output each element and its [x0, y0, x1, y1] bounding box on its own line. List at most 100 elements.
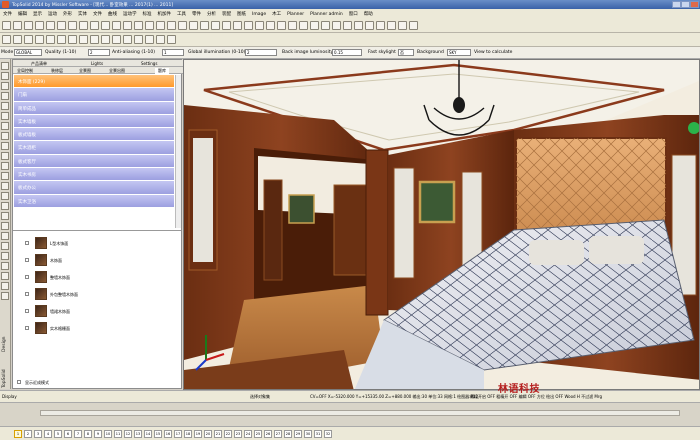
toolbar-button-icon[interactable] — [233, 21, 242, 30]
toolbar-button-icon[interactable] — [145, 21, 154, 30]
category-item[interactable]: 板式客厅 — [14, 154, 174, 169]
toolbar-button-icon[interactable] — [123, 21, 132, 30]
menu-item[interactable]: 帮助 — [361, 9, 376, 17]
toolbar-button-icon[interactable] — [134, 35, 143, 44]
tool-icon[interactable] — [1, 262, 9, 270]
tool-icon[interactable] — [1, 192, 9, 200]
timeline-track[interactable] — [40, 410, 680, 416]
menu-item[interactable]: 文件 — [90, 9, 105, 17]
page-tab[interactable]: 1 — [14, 430, 22, 438]
toolbar-button-icon[interactable] — [68, 21, 77, 30]
checkbox[interactable] — [17, 380, 21, 384]
tool-icon[interactable] — [1, 212, 9, 220]
close-button[interactable] — [690, 1, 699, 8]
toolbar-button-icon[interactable] — [2, 21, 11, 30]
page-tab[interactable]: 5 — [54, 430, 62, 438]
toolbar-button-icon[interactable] — [13, 21, 22, 30]
tool-icon[interactable] — [1, 282, 9, 290]
page-tab[interactable]: 19 — [194, 430, 202, 438]
category-scrollbar[interactable] — [175, 75, 181, 228]
expand-icon[interactable] — [25, 326, 29, 330]
page-tab[interactable]: 12 — [124, 430, 132, 438]
toolbar-button-icon[interactable] — [266, 21, 275, 30]
toolbar-button-icon[interactable] — [13, 35, 22, 44]
tab-global-control[interactable]: 全局控制 — [17, 68, 33, 74]
page-tab[interactable]: 16 — [164, 430, 172, 438]
page-tab[interactable]: 4 — [44, 430, 52, 438]
back-lum-field[interactable]: 0.15 — [332, 49, 362, 56]
toolbar-button-icon[interactable] — [222, 21, 231, 30]
expand-icon[interactable] — [25, 292, 29, 296]
background-select[interactable]: SKY — [447, 49, 471, 56]
page-tab[interactable]: 7 — [74, 430, 82, 438]
tool-icon[interactable] — [1, 222, 9, 230]
toolbar-button-icon[interactable] — [68, 35, 77, 44]
toolbar-button-icon[interactable] — [211, 21, 220, 30]
toolbar-button-icon[interactable] — [156, 35, 165, 44]
menu-item[interactable]: 零件 — [189, 9, 204, 17]
page-tab[interactable]: 23 — [234, 430, 242, 438]
tool-icon[interactable] — [1, 242, 9, 250]
tool-icon[interactable] — [1, 252, 9, 260]
tab-library[interactable]: 题库 — [155, 68, 169, 74]
toolbar-button-icon[interactable] — [101, 35, 110, 44]
toolbar-button-icon[interactable] — [112, 21, 121, 30]
category-item[interactable]: 实木卫浴 — [14, 194, 174, 208]
tool-icon[interactable] — [1, 62, 9, 70]
page-tab[interactable]: 32 — [324, 430, 332, 438]
tool-icon[interactable] — [1, 172, 9, 180]
toolbar-button-icon[interactable] — [376, 21, 385, 30]
tool-icon[interactable] — [1, 122, 9, 130]
toolbar-button-icon[interactable] — [409, 21, 418, 30]
tab-decor-layer[interactable]: 装修层 — [51, 68, 63, 74]
page-tab[interactable]: 17 — [174, 430, 182, 438]
toolbar-button-icon[interactable] — [79, 21, 88, 30]
toolbar-button-icon[interactable] — [46, 21, 55, 30]
page-tab[interactable]: 30 — [304, 430, 312, 438]
toolbar-button-icon[interactable] — [2, 35, 11, 44]
toolbar-button-icon[interactable] — [299, 21, 308, 30]
menu-item[interactable]: 木工 — [269, 9, 284, 17]
toolbar-button-icon[interactable] — [156, 21, 165, 30]
menu-item[interactable]: 显示 — [30, 9, 45, 17]
page-tab[interactable]: 11 — [114, 430, 122, 438]
page-tab[interactable]: 9 — [94, 430, 102, 438]
toolbar-button-icon[interactable] — [79, 35, 88, 44]
tool-icon[interactable] — [1, 112, 9, 120]
page-tab[interactable]: 20 — [204, 430, 212, 438]
toolbar-button-icon[interactable] — [277, 21, 286, 30]
toolbar-button-icon[interactable] — [244, 21, 253, 30]
category-item[interactable]: 实木墙板 — [14, 114, 174, 129]
menu-item[interactable]: 曲线 — [105, 9, 120, 17]
toolbar-button-icon[interactable] — [288, 21, 297, 30]
category-item[interactable]: 板式墙板 — [14, 128, 174, 142]
page-tab[interactable]: 18 — [184, 430, 192, 438]
toolbar-button-icon[interactable] — [24, 35, 33, 44]
page-tab[interactable]: 10 — [104, 430, 112, 438]
toolbar-button-icon[interactable] — [145, 35, 154, 44]
tool-icon[interactable] — [1, 202, 9, 210]
menu-item[interactable]: 机加件 — [155, 9, 175, 17]
menu-item[interactable]: 文件 — [0, 9, 15, 17]
tool-icon[interactable] — [1, 132, 9, 140]
toolbar-button-icon[interactable] — [167, 21, 176, 30]
category-item[interactable]: 实木书房 — [14, 168, 174, 182]
tool-icon[interactable] — [1, 152, 9, 160]
toolbar-button-icon[interactable] — [365, 21, 374, 30]
page-tab[interactable]: 28 — [284, 430, 292, 438]
menu-item[interactable]: 窗口 — [346, 9, 361, 17]
menu-item[interactable]: Planner — [284, 10, 307, 17]
toolbar-button-icon[interactable] — [178, 21, 187, 30]
tab-panorama-output[interactable]: 全景出图 — [109, 68, 125, 74]
page-tab[interactable]: 13 — [134, 430, 142, 438]
menu-item[interactable]: 运动学 — [120, 9, 140, 17]
page-tab[interactable]: 31 — [314, 430, 322, 438]
menu-item[interactable]: 装配 — [219, 9, 234, 17]
toolbar-button-icon[interactable] — [57, 35, 66, 44]
tool-icon[interactable] — [1, 272, 9, 280]
toolbar-button-icon[interactable] — [134, 21, 143, 30]
toolbar-button-icon[interactable] — [167, 35, 176, 44]
toolbar-button-icon[interactable] — [332, 21, 341, 30]
quality-field[interactable]: 2 — [88, 49, 110, 56]
antialias-field[interactable]: 1 — [162, 49, 184, 56]
